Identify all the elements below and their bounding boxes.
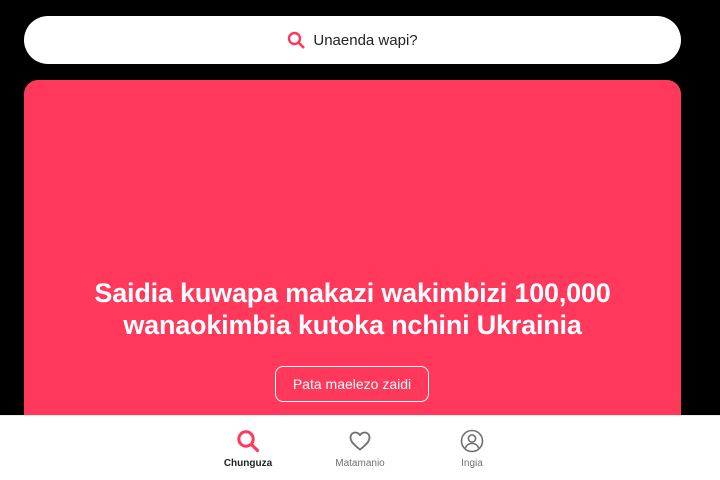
user-circle-icon	[460, 429, 484, 453]
search-icon	[236, 429, 260, 453]
learn-more-button[interactable]: Pata maelezo zaidi	[275, 366, 429, 402]
search-bar[interactable]: Unaenda wapi?	[24, 16, 681, 64]
nav-item-explore[interactable]: Chunguza	[208, 416, 288, 480]
hero-title-line-1: Saidia kuwapa makazi wakimbizi 100,000	[94, 278, 611, 308]
nav-item-wishlists[interactable]: Matamanio	[320, 416, 400, 480]
nav-label-wishlists: Matamanio	[335, 458, 385, 469]
hero-title-line-2: wanaokimbia kutoka nchini Ukrainia	[123, 310, 582, 340]
hero-title: Saidia kuwapa makazi wakimbizi 100,000 w…	[24, 277, 681, 341]
nav-label-explore: Chunguza	[223, 458, 273, 469]
nav-item-login[interactable]: Ingia	[432, 416, 512, 480]
nav-label-login: Ingia	[461, 458, 483, 469]
search-icon	[287, 31, 305, 49]
search-placeholder: Unaenda wapi?	[313, 31, 418, 49]
heart-icon	[348, 429, 372, 453]
bottom-nav: Chunguza Matamanio Ingia	[0, 415, 720, 480]
